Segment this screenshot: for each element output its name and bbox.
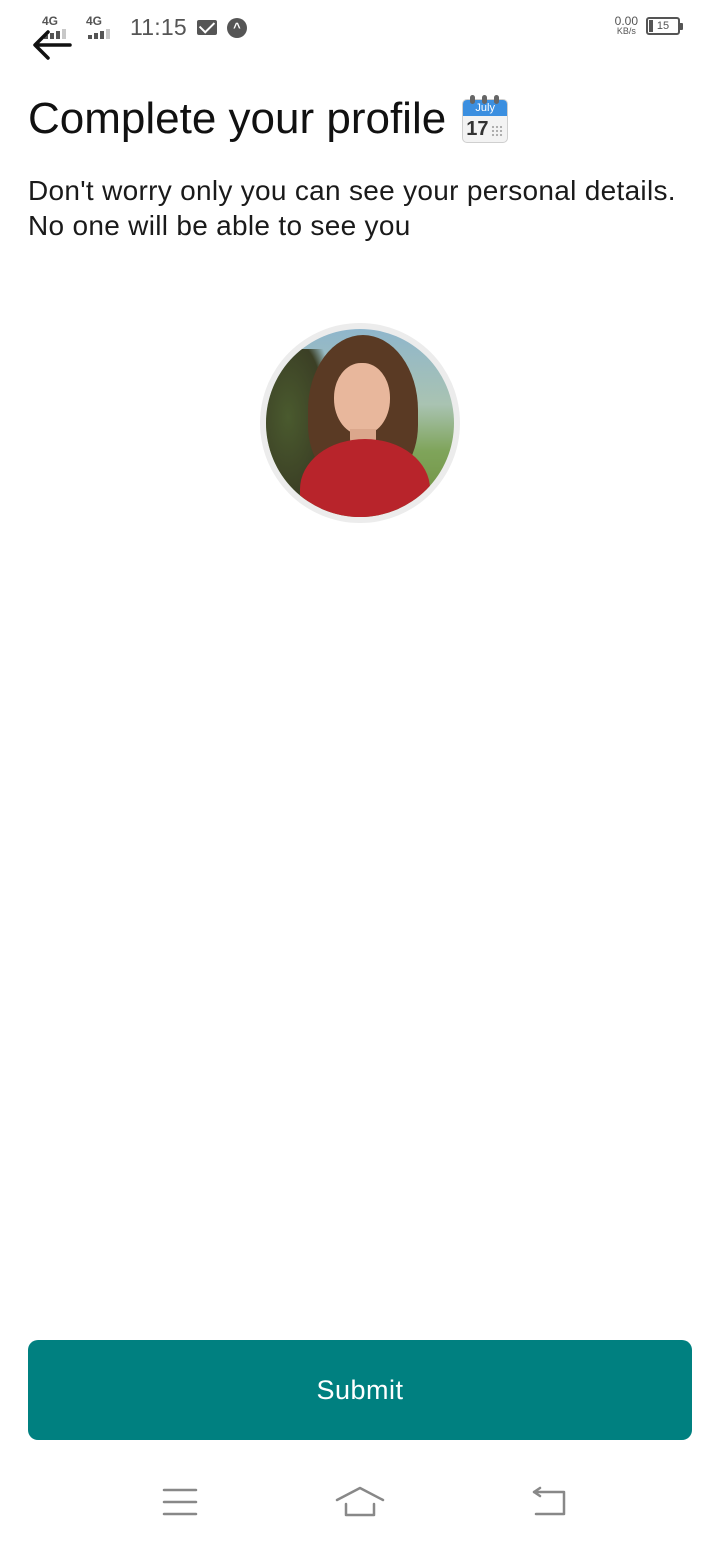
speed-value: 0.00	[614, 14, 638, 28]
menu-icon	[162, 1488, 198, 1516]
battery-icon: 15	[646, 17, 683, 35]
profile-screen: 4G 4G 11:15 ^ 0.00 KB/s 15 Complete your…	[0, 0, 720, 1544]
speed-unit: KB/s	[616, 26, 636, 36]
signal-icon: 4G	[84, 15, 118, 41]
network-type-label: 4G	[86, 13, 103, 28]
status-right: 0.00 KB/s 15	[614, 14, 683, 36]
clock: 11:15	[130, 14, 187, 40]
mail-icon	[196, 20, 217, 35]
home-button[interactable]	[330, 1480, 390, 1524]
home-icon	[335, 1486, 385, 1517]
system-nav-bar	[0, 1460, 720, 1544]
battery-level: 15	[656, 20, 670, 32]
system-back-button[interactable]	[520, 1480, 580, 1524]
profile-photo	[266, 329, 454, 517]
network-speed: 0.00 KB/s	[614, 14, 638, 36]
arrow-left-icon	[33, 30, 72, 60]
submit-button[interactable]: Submit	[28, 1340, 692, 1440]
page-title-text: Complete your profile	[28, 94, 447, 143]
status-bar: 4G 4G 11:15 ^ 0.00 KB/s 15	[0, 0, 720, 60]
menu-button[interactable]	[150, 1480, 210, 1524]
back-icon	[532, 1486, 566, 1516]
page-subtitle: Don't worry only you can see your person…	[28, 175, 676, 241]
calendar-icon: July 17	[462, 95, 509, 143]
app-notification-icon: ^	[226, 17, 247, 38]
avatar[interactable]	[260, 323, 460, 523]
page-title: Complete your profile July 17	[28, 94, 509, 144]
back-button[interactable]	[28, 24, 76, 68]
